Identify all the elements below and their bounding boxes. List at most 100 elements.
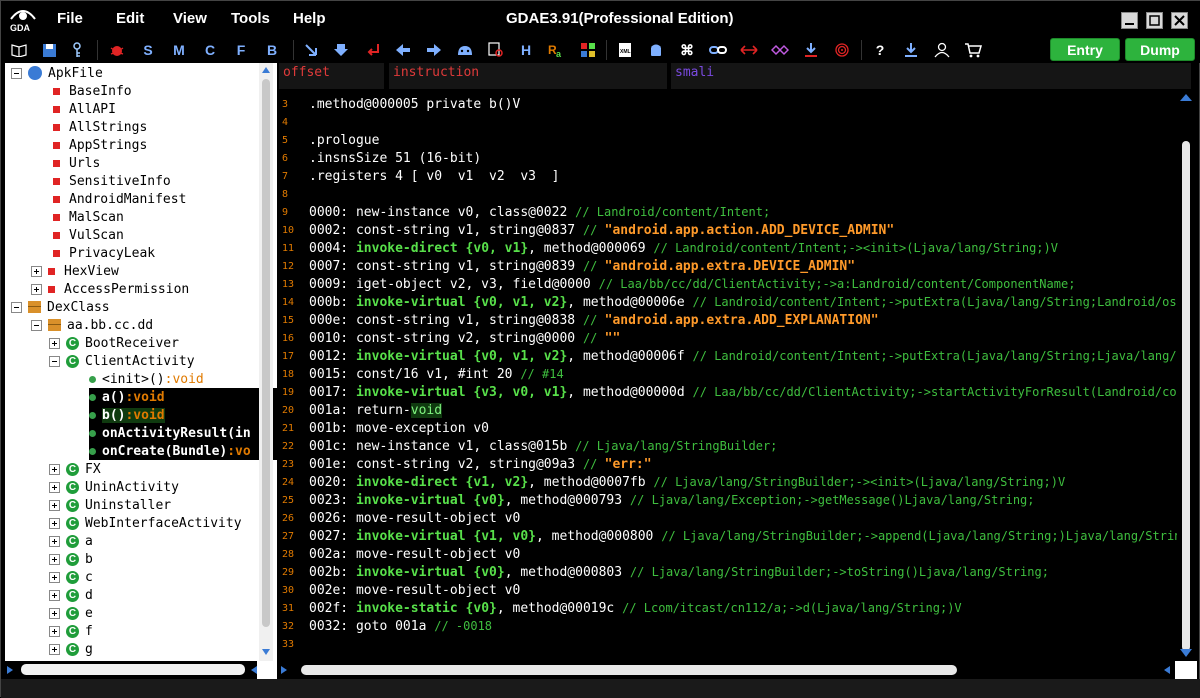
tree-class-c[interactable]: Cc bbox=[49, 568, 93, 586]
code-line[interactable]: 4 bbox=[279, 113, 1177, 131]
open-book-icon[interactable] bbox=[9, 40, 29, 60]
menu-view[interactable]: View bbox=[173, 10, 207, 27]
expand-icon[interactable] bbox=[49, 463, 60, 475]
tree-class-a[interactable]: Ca bbox=[49, 532, 93, 550]
target-drop-icon[interactable] bbox=[801, 40, 821, 60]
code-scroll-up-icon[interactable] bbox=[1180, 94, 1192, 101]
tree-node-dexclass[interactable]: DexClass bbox=[11, 298, 110, 316]
code-line[interactable]: 20 001a: return-void bbox=[279, 401, 1177, 419]
smali-code-view[interactable]: 3 .method@000005 private b()V 4 5 .prologue 6… bbox=[279, 91, 1177, 661]
code-line[interactable]: 21 001b: move-exception v0 bbox=[279, 419, 1177, 437]
tree-class-webinterfaceactivity[interactable]: C WebInterfaceActivity bbox=[49, 514, 242, 532]
tree-class-g[interactable]: Cg bbox=[49, 640, 93, 658]
rename-icon[interactable]: Ra bbox=[546, 40, 566, 60]
tree-item-androidmanifest[interactable]: AndroidManifest bbox=[53, 190, 186, 208]
instruction-column-header[interactable]: instruction bbox=[389, 63, 667, 89]
tree-class-bootreceiver[interactable]: C BootReceiver bbox=[49, 334, 179, 352]
classes-button[interactable]: C bbox=[200, 40, 220, 60]
code-line[interactable]: 12 0007: const-string v1, string@0839 // … bbox=[279, 257, 1177, 275]
code-scroll-right-icon[interactable] bbox=[1164, 666, 1170, 674]
tree-item-baseinfo[interactable]: BaseInfo bbox=[53, 82, 132, 100]
code-line[interactable]: 6 .insnsSize 51 (16-bit) bbox=[279, 149, 1177, 167]
code-vertical-scrollbar[interactable] bbox=[1177, 91, 1195, 661]
code-scroll-down-icon[interactable] bbox=[1180, 649, 1192, 657]
code-line[interactable]: 28 002a: move-result-object v0 bbox=[279, 545, 1177, 563]
close-button[interactable] bbox=[1171, 12, 1188, 29]
tree-class-d[interactable]: Cd bbox=[49, 586, 93, 604]
menu-edit[interactable]: Edit bbox=[116, 10, 144, 27]
code-line[interactable]: 17 0012: invoke-virtual {v0, v1, v2}, met… bbox=[279, 347, 1177, 365]
save-icon[interactable] bbox=[39, 40, 59, 60]
scroll-down-arrow-icon[interactable] bbox=[262, 649, 270, 655]
tree-item-malscan[interactable]: MalScan bbox=[53, 208, 124, 226]
hex-button[interactable]: H bbox=[516, 40, 536, 60]
users-icon[interactable] bbox=[932, 40, 952, 60]
expand-icon[interactable] bbox=[49, 481, 60, 493]
code-line[interactable]: 32 0032: goto 001a // -0018 bbox=[279, 617, 1177, 635]
tree-method-item[interactable]: onActivityResult(in bbox=[89, 424, 277, 442]
code-line[interactable]: 8 bbox=[279, 185, 1177, 203]
expand-icon[interactable] bbox=[49, 553, 60, 565]
tree-item-appstrings[interactable]: AppStrings bbox=[53, 136, 147, 154]
return-arrow-icon[interactable] bbox=[363, 40, 383, 60]
entry-button[interactable]: Entry bbox=[1050, 38, 1120, 61]
tree-class-uninstaller[interactable]: C Uninstaller bbox=[49, 496, 171, 514]
tree-method-item[interactable]: <init>():void bbox=[89, 370, 204, 388]
menu-tools[interactable]: Tools bbox=[231, 10, 270, 27]
menu-file[interactable]: File bbox=[57, 10, 83, 27]
code-line[interactable]: 14 000b: invoke-virtual {v0, v1, v2}, met… bbox=[279, 293, 1177, 311]
tree-class-fx[interactable]: C FX bbox=[49, 460, 101, 478]
collapse-icon[interactable] bbox=[31, 319, 42, 331]
menu-help[interactable]: Help bbox=[293, 10, 326, 27]
bug-icon[interactable] bbox=[107, 40, 127, 60]
tree-method-item[interactable]: onCreate(Bundle):vo bbox=[89, 442, 277, 460]
code-line[interactable]: 19 0017: invoke-virtual {v3, v0, v1}, met… bbox=[279, 383, 1177, 401]
expand-icon[interactable] bbox=[49, 643, 60, 655]
strings-button[interactable]: S bbox=[138, 40, 158, 60]
colors-grid-icon[interactable] bbox=[578, 40, 598, 60]
expand-icon[interactable] bbox=[49, 607, 60, 619]
tree-vertical-scrollbar[interactable] bbox=[259, 63, 273, 661]
tree-node-package[interactable]: aa.bb.cc.dd bbox=[31, 316, 153, 334]
maximize-button[interactable] bbox=[1146, 12, 1163, 29]
code-scroll-left-icon[interactable] bbox=[281, 666, 287, 674]
code-line[interactable]: 24 0020: invoke-direct {v1, v2}, method@0… bbox=[279, 473, 1177, 491]
expand-icon[interactable] bbox=[49, 499, 60, 511]
tree-item-accesspermission[interactable]: AccessPermission bbox=[31, 280, 189, 298]
methods-button[interactable]: M bbox=[169, 40, 189, 60]
tree-class-f[interactable]: Cf bbox=[49, 622, 93, 640]
xml-doc-icon[interactable]: XML bbox=[615, 40, 635, 60]
code-line[interactable]: 3 .method@000005 private b()V bbox=[279, 95, 1177, 113]
cart-icon[interactable] bbox=[963, 40, 983, 60]
diamond-chain-icon[interactable] bbox=[770, 40, 790, 60]
tree-class-uninactivity[interactable]: C UninActivity bbox=[49, 478, 179, 496]
help-icon[interactable]: ? bbox=[870, 40, 890, 60]
minimize-button[interactable] bbox=[1121, 12, 1138, 29]
expand-icon[interactable] bbox=[49, 517, 60, 529]
code-line[interactable]: 25 0023: invoke-virtual {v0}, method@0007… bbox=[279, 491, 1177, 509]
expand-icon[interactable] bbox=[31, 283, 42, 295]
code-line[interactable]: 5 .prologue bbox=[279, 131, 1177, 149]
tree-class-clientactivity[interactable]: C ClientActivity bbox=[49, 352, 195, 370]
code-line[interactable]: 16 0010: const-string v2, string@0000 // … bbox=[279, 329, 1177, 347]
collapse-icon[interactable] bbox=[49, 355, 60, 367]
tree-horizontal-scrollbar[interactable] bbox=[5, 661, 259, 679]
expand-icon[interactable] bbox=[49, 589, 60, 601]
tree-item-vulscan[interactable]: VulScan bbox=[53, 226, 124, 244]
expand-icon[interactable] bbox=[49, 535, 60, 547]
key-icon[interactable] bbox=[67, 40, 87, 60]
download-arrow-icon[interactable] bbox=[331, 40, 351, 60]
code-horizontal-scrollbar[interactable] bbox=[279, 661, 1172, 679]
code-line[interactable]: 10 0002: const-string v1, string@0837 // … bbox=[279, 221, 1177, 239]
fingerprint-icon[interactable] bbox=[832, 40, 852, 60]
expand-icon[interactable] bbox=[49, 625, 60, 637]
tree-method-item[interactable]: b():void bbox=[89, 406, 277, 424]
tree-item-allstrings[interactable]: AllStrings bbox=[53, 118, 147, 136]
goto-icon[interactable] bbox=[301, 40, 321, 60]
tree-item-urls[interactable]: Urls bbox=[53, 154, 100, 172]
forward-arrow-icon[interactable] bbox=[424, 40, 444, 60]
dump-button[interactable]: Dump bbox=[1125, 38, 1195, 61]
code-line[interactable]: 11 0004: invoke-direct {v0, v1}, method@0… bbox=[279, 239, 1177, 257]
android-icon[interactable] bbox=[646, 40, 666, 60]
smali-column-header[interactable]: smali bbox=[671, 63, 1191, 89]
